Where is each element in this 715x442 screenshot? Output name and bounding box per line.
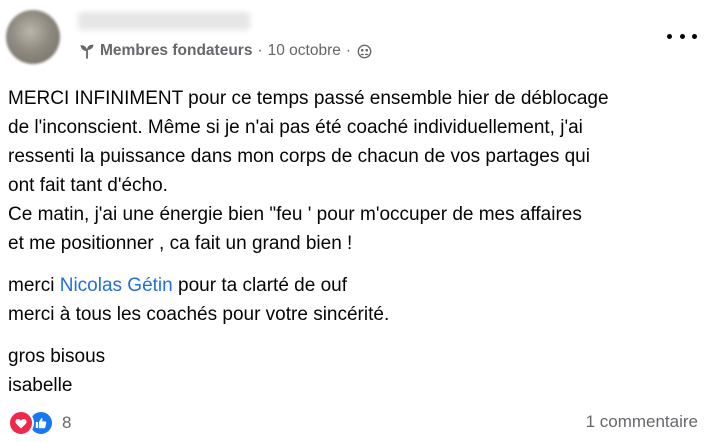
post-line: de l'inconscient. Même si je n'ai pas ét… [8,117,583,138]
post-paragraph-3: gros bisous isabelle [8,342,708,400]
post-line: ont fait tant d'écho. [8,175,168,196]
meta-separator-2: · [345,42,352,59]
post-line: Ce matin, j'ai une énergie bien "feu ' p… [8,204,582,225]
author-name-redacted[interactable] [78,12,250,30]
post-line: merci à tous les coachés pour votre sinc… [8,304,390,325]
mention-link[interactable]: Nicolas Gétin [60,275,173,296]
group-label[interactable]: Membres fondateurs [100,42,252,60]
avatar[interactable] [6,10,60,64]
meta-separator: · [257,42,263,59]
comment-count-link[interactable]: 1 commentaire [586,412,698,432]
post-line: et me positionner , ca fait un grand bie… [8,233,353,254]
post-line: MERCI INFINIMENT pour ce temps passé ens… [8,88,609,109]
group-audience-icon[interactable] [357,44,372,59]
mention-suffix: pour ta clarté de ouf [172,275,348,296]
post-paragraph-2: merci Nicolas Gétin pour ta clarté de ou… [8,271,708,329]
post-footer: 8 1 commentaire [8,410,698,436]
post-body: MERCI INFINIMENT pour ce temps passé ens… [8,84,708,400]
more-options-icon[interactable] [667,28,697,44]
post-line: isabelle [8,375,73,396]
post-date[interactable]: 10 octobre [268,42,341,60]
reactions-summary[interactable]: 8 [8,410,71,436]
group-sprout-icon [80,44,94,59]
mention-prefix: merci [8,275,60,296]
post-meta: Membres fondateurs · 10 octobre · [78,42,372,60]
post-line: gros bisous [8,346,106,367]
post-paragraph-1: MERCI INFINIMENT pour ce temps passé ens… [8,84,708,258]
post-line: ressenti la puissance dans mon corps de … [8,146,590,167]
love-reaction-icon[interactable] [8,410,34,436]
reaction-count[interactable]: 8 [62,413,71,433]
